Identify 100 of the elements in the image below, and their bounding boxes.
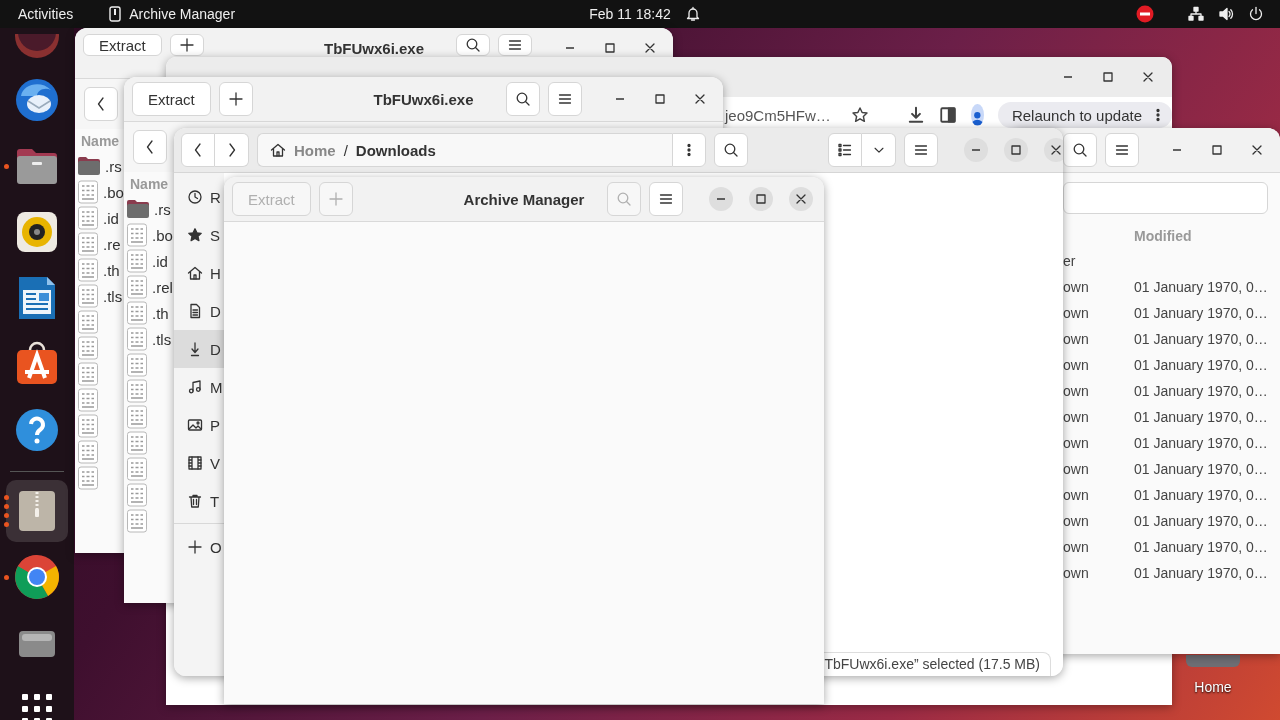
file-name: .bo	[152, 226, 173, 244]
maximize-button[interactable]	[602, 41, 618, 55]
relaunch-button[interactable]: Relaunch to update	[997, 102, 1172, 128]
column-header: Name	[130, 176, 169, 192]
menu-button[interactable]	[649, 182, 683, 216]
table-cell: own	[1063, 357, 1089, 373]
file-name: .re	[103, 235, 121, 253]
file-name: .tls	[103, 287, 123, 305]
table-cell-text: 01 January 1970, 0…	[1134, 461, 1269, 477]
menu-icon	[658, 191, 674, 207]
address-field[interactable]: jeo9Cm5HFw…	[725, 106, 831, 124]
table-cell: own	[1063, 487, 1089, 503]
power-icon	[1248, 6, 1264, 22]
window-title: TbFUwx6i.exe	[323, 40, 424, 57]
list-view-icon	[837, 142, 853, 158]
search-icon	[616, 191, 632, 207]
view-button[interactable]	[828, 133, 862, 167]
sidebar-item[interactable]: D	[174, 330, 224, 368]
back-button[interactable]	[84, 87, 118, 121]
star-icon	[187, 227, 203, 243]
sidebar-item[interactable]: D	[174, 292, 224, 330]
maximize-button[interactable]	[749, 187, 773, 211]
menu-icon	[557, 91, 573, 107]
table-cell: own	[1063, 383, 1089, 399]
profile-avatar[interactable]	[971, 104, 984, 126]
maximize-icon	[1209, 142, 1225, 158]
search-icon	[723, 142, 739, 158]
sidebar-item[interactable]: T	[174, 482, 224, 520]
forward-button[interactable]	[215, 133, 249, 167]
clock[interactable]: Feb 11 18:42	[589, 6, 671, 22]
app-menu[interactable]: Archive Manager	[129, 6, 236, 22]
running-indicator	[4, 163, 9, 169]
minimize-button[interactable]	[964, 138, 988, 162]
sidebar-item[interactable]: P	[174, 406, 224, 444]
sidebar-item[interactable]: V	[174, 444, 224, 482]
bell-icon	[684, 6, 701, 22]
path-bar[interactable]: Home / Downloads	[257, 133, 672, 167]
table-cell-text: 01 January 1970, 0…	[1134, 487, 1269, 503]
do-not-disturb-icon	[1136, 5, 1154, 23]
desktop-icon-label[interactable]: Home	[1194, 679, 1232, 695]
home-icon	[187, 265, 203, 281]
menu-button[interactable]	[548, 82, 582, 116]
close-button[interactable]	[1044, 138, 1063, 162]
archive-icon	[109, 6, 122, 22]
breadcrumb[interactable]: Downloads	[355, 141, 436, 159]
path-separator: /	[343, 141, 348, 159]
side-panel-icon	[939, 106, 958, 124]
maximize-button[interactable]	[1209, 143, 1225, 157]
sidebar-item[interactable]: O	[174, 528, 224, 566]
search-button[interactable]	[1063, 133, 1097, 167]
table-cell: own	[1063, 331, 1089, 347]
download-icon	[907, 106, 926, 124]
table-cell-text: 01 January 1970, 0…	[1134, 409, 1269, 425]
table-cell-text: 01 January 1970, 0…	[1134, 435, 1269, 451]
minimize-button[interactable]	[709, 187, 733, 211]
sidebar-item[interactable]: S	[174, 216, 224, 254]
minimize-icon	[566, 47, 574, 49]
table-cell: own	[1063, 279, 1089, 295]
maximize-button[interactable]	[652, 92, 668, 106]
dock-launcher[interactable]	[6, 480, 68, 542]
menu-button[interactable]	[498, 34, 532, 56]
sidebar-item[interactable]: H	[174, 254, 224, 292]
plus-icon	[187, 539, 203, 555]
search-button[interactable]	[714, 133, 748, 167]
search-icon	[515, 91, 531, 107]
sidebar-item[interactable]: R	[174, 178, 224, 216]
running-indicator	[4, 574, 9, 580]
table-cell-text: 01 January 1970, 0…	[1134, 331, 1269, 347]
search-button[interactable]	[456, 34, 490, 56]
search-icon	[1072, 142, 1088, 158]
table-cell-text: 01 January 1970, 0…	[1134, 305, 1269, 321]
path-menu-button[interactable]	[672, 133, 706, 167]
trash-icon	[187, 493, 203, 509]
search-field[interactable]	[1063, 182, 1268, 214]
table-cell-text: 01 January 1970, 0…	[1134, 565, 1269, 581]
add-button[interactable]	[218, 82, 253, 116]
menu-icon	[507, 37, 523, 53]
add-button[interactable]	[169, 34, 204, 56]
sidebar-item[interactable]: M	[174, 368, 224, 406]
extract-button[interactable]: Extract	[132, 82, 211, 116]
picture-icon	[187, 417, 203, 433]
web-browser-icon	[13, 553, 61, 601]
search-button[interactable]	[506, 82, 540, 116]
close-button[interactable]	[789, 187, 813, 211]
activities-button[interactable]: Activities	[18, 6, 74, 22]
back-button[interactable]	[181, 133, 215, 167]
menu-button[interactable]	[904, 133, 938, 167]
table-cell-text: 01 January 1970, 0…	[1134, 357, 1269, 373]
home-icon	[270, 142, 286, 158]
menu-button[interactable]	[1105, 133, 1139, 167]
plus-icon	[327, 191, 344, 207]
back-button[interactable]	[133, 130, 167, 164]
minimize-icon	[1173, 149, 1181, 151]
extract-button[interactable]: Extract	[83, 34, 162, 56]
table-cell: own	[1063, 409, 1089, 425]
table-cell: own	[1063, 435, 1089, 451]
window-title: TbFUwx6i.exe	[373, 90, 474, 108]
minimize-icon	[717, 198, 725, 200]
file-name: .id	[152, 252, 168, 270]
maximize-button[interactable]	[1004, 138, 1028, 162]
